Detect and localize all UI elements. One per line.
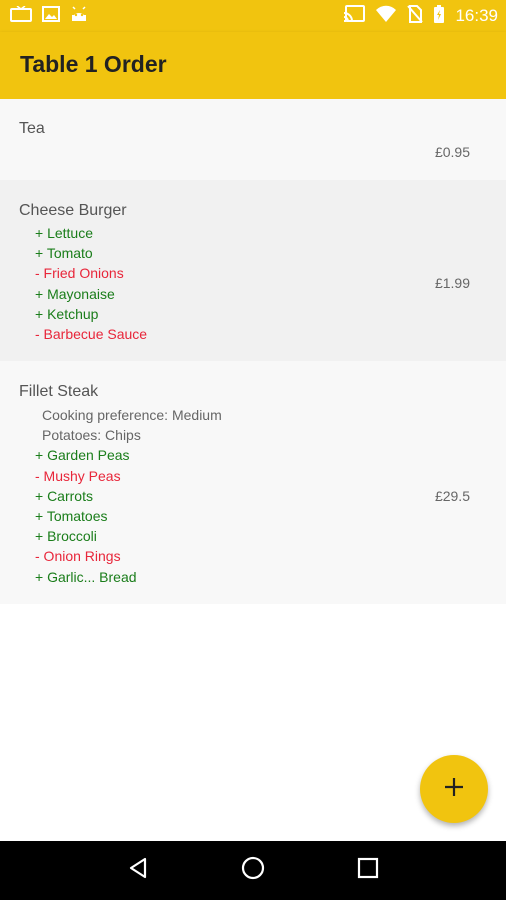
home-button[interactable] [233, 851, 273, 891]
no-sim-icon [407, 4, 424, 28]
modifier-add: + Tomato [35, 245, 93, 261]
tv-icon [10, 4, 32, 27]
modifier-remove: - Fried Onions [35, 265, 124, 281]
item-name: Cheese Burger [19, 202, 127, 219]
modifier-add: + Tomatoes [35, 508, 108, 524]
modifier-info: Cooking preference: Medium [42, 407, 222, 423]
item-name: Tea [19, 120, 45, 137]
order-item-tea[interactable]: Tea £0.95 [0, 99, 506, 180]
recents-button[interactable] [348, 851, 388, 891]
item-price: £1.99 [434, 275, 470, 291]
order-item-cheese-burger[interactable]: Cheese Burger + Lettuce + Tomato - Fried… [0, 180, 506, 361]
modifier-add: + Broccoli [35, 528, 97, 544]
back-icon [126, 856, 150, 885]
order-list: Tea £0.95 Cheese Burger + Lettuce + Toma… [0, 99, 506, 604]
modifier-add: + Mayonaise [35, 286, 115, 302]
image-icon [42, 5, 60, 27]
item-price: £0.95 [434, 144, 470, 160]
item-price: £29.5 [434, 488, 470, 504]
back-button[interactable] [118, 851, 158, 891]
status-bar: 16:39 [0, 0, 506, 32]
modifier-add: + Ketchup [35, 306, 99, 322]
status-time: 16:39 [455, 6, 498, 25]
item-name: Fillet Steak [19, 383, 99, 400]
page-title: Table 1 Order [20, 51, 167, 77]
modifier-info: Potatoes: Chips [42, 427, 141, 443]
system-nav-bar [0, 841, 506, 900]
order-item-fillet-steak[interactable]: Fillet Steak Cooking preference: Medium … [0, 361, 506, 604]
android-icon [70, 5, 88, 27]
modifier-remove: - Barbecue Sauce [35, 326, 148, 342]
modifier-remove: - Mushy Peas [35, 468, 121, 484]
status-icons-right: 16:39 [343, 4, 498, 29]
battery-charging-icon [433, 4, 445, 29]
app-bar: Table 1 Order [0, 32, 506, 99]
modifier-remove: - Onion Rings [35, 548, 121, 564]
status-icons-left [10, 4, 88, 27]
add-item-button[interactable] [420, 755, 488, 823]
wifi-icon [375, 5, 397, 28]
modifier-add: + Carrots [35, 488, 93, 504]
recents-icon [357, 857, 379, 884]
home-icon [240, 855, 266, 886]
modifier-add: + Garlic... Bread [35, 569, 137, 585]
plus-icon [443, 776, 465, 803]
modifier-add: + Garden Peas [35, 447, 130, 463]
cast-icon [343, 4, 366, 28]
modifier-add: + Lettuce [35, 225, 93, 241]
